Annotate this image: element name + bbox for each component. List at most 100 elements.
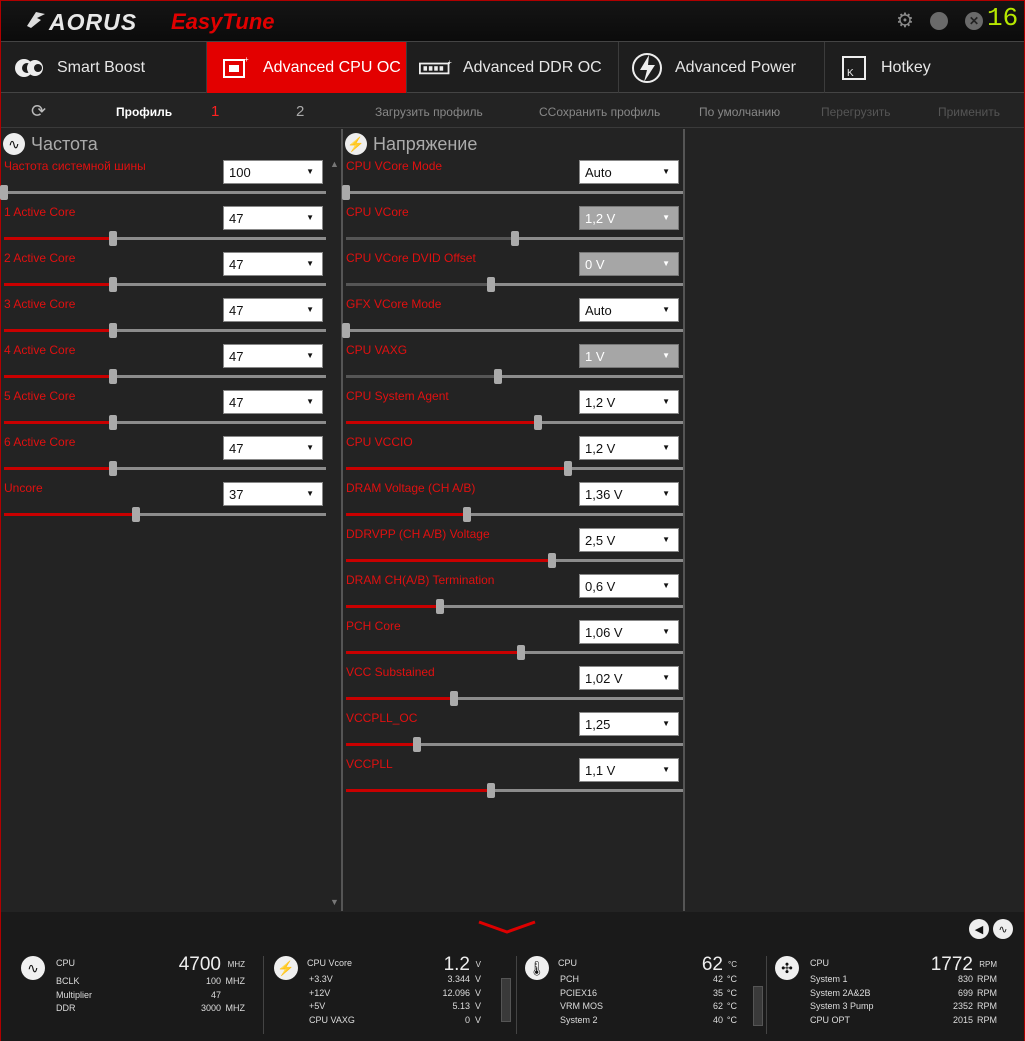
voltage-slider[interactable] <box>346 277 683 292</box>
slider-thumb[interactable] <box>109 461 118 476</box>
hardware-monitor: ◀ ∿ ∿ CPU 4700 MHZ BCLK 100 MHZ Multiplier 4… <box>1 912 1024 1041</box>
voltage-value-select[interactable]: Auto ▼ <box>579 298 679 322</box>
frequency-value-select[interactable]: 47 ▼ <box>223 344 323 368</box>
voltage-label: VCCPLL <box>346 757 393 771</box>
slider-thumb[interactable] <box>547 553 556 568</box>
voltage-value-select[interactable]: 1,36 V ▼ <box>579 482 679 506</box>
voltage-slider[interactable] <box>346 461 683 476</box>
slider-thumb[interactable] <box>486 783 495 798</box>
voltage-value-select[interactable]: 1,06 V ▼ <box>579 620 679 644</box>
voltage-slider[interactable] <box>346 691 683 706</box>
frequency-slider[interactable] <box>4 507 326 522</box>
default-button[interactable]: По умолчанию <box>699 105 780 119</box>
frequency-slider[interactable] <box>4 323 326 338</box>
voltage-slider[interactable] <box>346 369 683 384</box>
voltage-slider[interactable] <box>346 645 683 660</box>
frequency-slider[interactable] <box>4 461 326 476</box>
tab-advanced-ddr-oc[interactable]: + Advanced DDR OC <box>407 42 619 93</box>
voltage-value-select[interactable]: 1,25 ▼ <box>579 712 679 736</box>
voltage-value-select[interactable]: 1,02 V ▼ <box>579 666 679 690</box>
voltage-slider[interactable] <box>346 507 683 522</box>
monitor-item-value: 62 <box>712 1001 723 1011</box>
tab-advanced-power[interactable]: Advanced Power <box>619 42 825 93</box>
voltage-value-select[interactable]: 1,2 V ▼ <box>579 390 679 414</box>
frequency-row: 2 Active Core 47 ▼ <box>1 251 341 297</box>
frequency-label: 6 Active Core <box>4 435 76 449</box>
scroll-up-icon[interactable]: ▲ <box>330 159 339 169</box>
frequency-slider[interactable] <box>0 185 326 200</box>
frequency-slider[interactable] <box>4 415 326 430</box>
slider-thumb[interactable] <box>109 415 118 430</box>
apply-button[interactable]: Применить <box>938 105 1000 119</box>
slider-thumb[interactable] <box>486 277 495 292</box>
load-profile-button[interactable]: Загрузить профиль <box>375 105 483 119</box>
voltage-value-select[interactable]: Auto ▼ <box>579 160 679 184</box>
tab-advanced-cpu-oc[interactable]: + Advanced CPU OC <box>207 42 407 93</box>
frequency-value-select[interactable]: 47 ▼ <box>223 298 323 322</box>
slider-thumb[interactable] <box>412 737 421 752</box>
frequency-value-select[interactable]: 47 ▼ <box>223 206 323 230</box>
slider-thumb[interactable] <box>342 185 350 200</box>
gear-icon[interactable]: ⚙ <box>896 11 914 31</box>
voltage-value-select[interactable]: 2,5 V ▼ <box>579 528 679 552</box>
slider-thumb[interactable] <box>109 277 118 292</box>
profile-2-button[interactable]: 2 <box>296 103 304 120</box>
slider-thumb[interactable] <box>0 185 8 200</box>
slider-thumb[interactable] <box>436 599 445 614</box>
voltage-level-bar <box>501 978 511 1022</box>
slider-thumb[interactable] <box>132 507 141 522</box>
temperature-level-bar <box>753 986 763 1026</box>
lightning-icon <box>631 52 665 83</box>
slider-thumb[interactable] <box>449 691 458 706</box>
frequency-value-select[interactable]: 37 ▼ <box>223 482 323 506</box>
slider-thumb[interactable] <box>109 369 118 384</box>
voltage-value-select[interactable]: 1,1 V ▼ <box>579 758 679 782</box>
voltage-slider[interactable] <box>346 553 683 568</box>
voltage-value-select[interactable]: 0,6 V ▼ <box>579 574 679 598</box>
refresh-icon[interactable]: ⟳ <box>31 101 46 122</box>
tab-hotkey[interactable]: K Hotkey <box>825 42 1024 93</box>
scroll-down-icon[interactable]: ▼ <box>330 897 339 907</box>
slider-thumb[interactable] <box>342 323 350 338</box>
close-button[interactable]: ✕ <box>965 12 983 30</box>
voltage-slider[interactable] <box>342 323 683 338</box>
collapse-left-icon[interactable]: ◀ <box>969 919 989 939</box>
frequency-slider[interactable] <box>4 231 326 246</box>
voltage-slider[interactable] <box>346 599 683 614</box>
slider-thumb[interactable] <box>510 231 519 246</box>
frequency-value-select[interactable]: 100 ▼ <box>223 160 323 184</box>
waveform-icon[interactable]: ∿ <box>993 919 1013 939</box>
save-profile-button[interactable]: ССохранить профиль <box>539 105 660 119</box>
monitor-head-label: CPU <box>558 958 578 968</box>
slider-fill <box>4 513 137 516</box>
slider-thumb[interactable] <box>463 507 472 522</box>
frequency-value-select[interactable]: 47 ▼ <box>223 390 323 414</box>
voltage-slider[interactable] <box>346 415 683 430</box>
slider-thumb[interactable] <box>109 323 118 338</box>
monitor-item-label: PCIEX16 <box>560 987 598 998</box>
frequency-value-select[interactable]: 47 ▼ <box>223 436 323 460</box>
slider-thumb[interactable] <box>517 645 526 660</box>
voltage-slider[interactable] <box>346 231 683 246</box>
voltage-slider[interactable] <box>346 783 683 798</box>
frequency-slider[interactable] <box>4 277 326 292</box>
monitor-item-label: System 2A&2B <box>810 987 871 998</box>
slider-thumb[interactable] <box>109 231 118 246</box>
voltage-row: VCCPLL_OC 1,25 ▼ <box>343 711 683 757</box>
minimize-button[interactable] <box>930 12 948 30</box>
voltage-label: DDRVPP (CH A/B) Voltage <box>346 527 490 541</box>
slider-thumb[interactable] <box>564 461 573 476</box>
chevron-down-icon: ▼ <box>306 489 314 498</box>
slider-thumb[interactable] <box>534 415 543 430</box>
chevron-down-icon[interactable] <box>477 920 537 934</box>
chevron-down-icon: ▼ <box>662 581 670 590</box>
tab-smart-boost[interactable]: Smart Boost <box>1 42 207 93</box>
voltage-value-select[interactable]: 1,2 V ▼ <box>579 436 679 460</box>
frequency-value-select[interactable]: 47 ▼ <box>223 252 323 276</box>
profile-1-button[interactable]: 1 <box>211 103 219 120</box>
frequency-slider[interactable] <box>4 369 326 384</box>
voltage-slider[interactable] <box>342 185 683 200</box>
voltage-slider[interactable] <box>346 737 683 752</box>
slider-thumb[interactable] <box>493 369 502 384</box>
reload-button[interactable]: Перегрузить <box>821 105 891 119</box>
